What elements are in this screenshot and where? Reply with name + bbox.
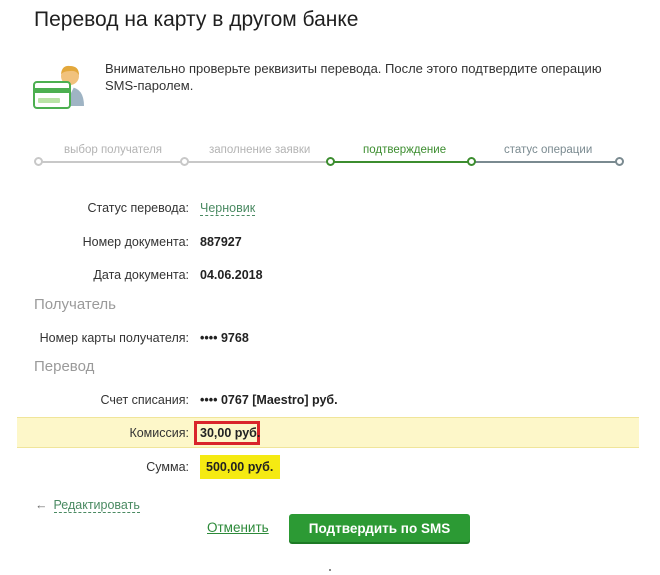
arrow-left-icon: ←	[35, 498, 48, 512]
status-row: Статус перевода: Черновик	[0, 196, 660, 222]
document-date-value: 04.06.2018	[200, 268, 263, 282]
stepper-track-future	[471, 161, 620, 163]
step-label-confirmation: подтверждение	[363, 144, 447, 156]
document-number-value: 887927	[200, 235, 242, 249]
step-label-recipient: выбор получателя	[64, 144, 163, 156]
edit-link[interactable]: ← Редактировать	[35, 498, 140, 513]
step-dot	[180, 157, 189, 166]
transfer-section-heading: Перевод	[34, 358, 95, 375]
recipient-card-value: •••• 9768	[200, 331, 249, 345]
step-label-status: статус операции	[504, 144, 593, 156]
debit-account-value: •••• 0767 [Maestro] руб.	[200, 393, 338, 407]
sum-row: Сумма: 500,00 руб.	[0, 455, 660, 481]
edit-link-label: Редактировать	[53, 498, 140, 513]
transfer-confirmation-page: Перевод на карту в другом банке Внимател…	[0, 0, 660, 575]
step-label-application: заполнение заявки	[209, 144, 311, 156]
step-dot-current	[326, 157, 335, 166]
document-date-row: Дата документа: 04.06.2018	[0, 263, 660, 289]
document-number-row: Номер документа: 887927	[0, 230, 660, 256]
confirm-sms-button[interactable]: Подтвердить по SMS	[289, 514, 470, 542]
step-dot	[34, 157, 43, 166]
commission-row: Комиссия: 30,00 руб.	[0, 421, 660, 447]
stepper-track-active	[330, 161, 471, 163]
status-value-link[interactable]: Черновик	[200, 201, 256, 216]
status-label: Статус перевода:	[87, 201, 189, 215]
step-dot	[615, 157, 624, 166]
recipient-card-row: Номер карты получателя: •••• 9768	[0, 326, 660, 352]
step-dot	[467, 157, 476, 166]
sum-label: Сумма:	[146, 460, 189, 474]
debit-account-label: Счет списания:	[100, 393, 189, 407]
intro-text: Внимательно проверьте реквизиты перевода…	[105, 61, 602, 93]
cancel-link[interactable]: Отменить	[207, 520, 269, 535]
document-date-label: Дата документа:	[93, 268, 189, 282]
recipient-section-heading: Получатель	[34, 296, 116, 313]
commission-label: Комиссия:	[129, 426, 189, 440]
recipient-card-label: Номер карты получателя:	[39, 331, 189, 345]
page-title: Перевод на карту в другом банке	[34, 8, 359, 31]
divider-dot	[329, 569, 331, 571]
document-number-label: Номер документа:	[82, 235, 189, 249]
progress-stepper: выбор получателя заполнение заявки подтв…	[34, 144, 624, 170]
user-card-icon	[32, 62, 90, 114]
sum-value: 500,00 руб.	[206, 460, 274, 474]
debit-account-row: Счет списания: •••• 0767 [Maestro] руб.	[0, 388, 660, 414]
commission-value: 30,00 руб.	[200, 426, 261, 440]
